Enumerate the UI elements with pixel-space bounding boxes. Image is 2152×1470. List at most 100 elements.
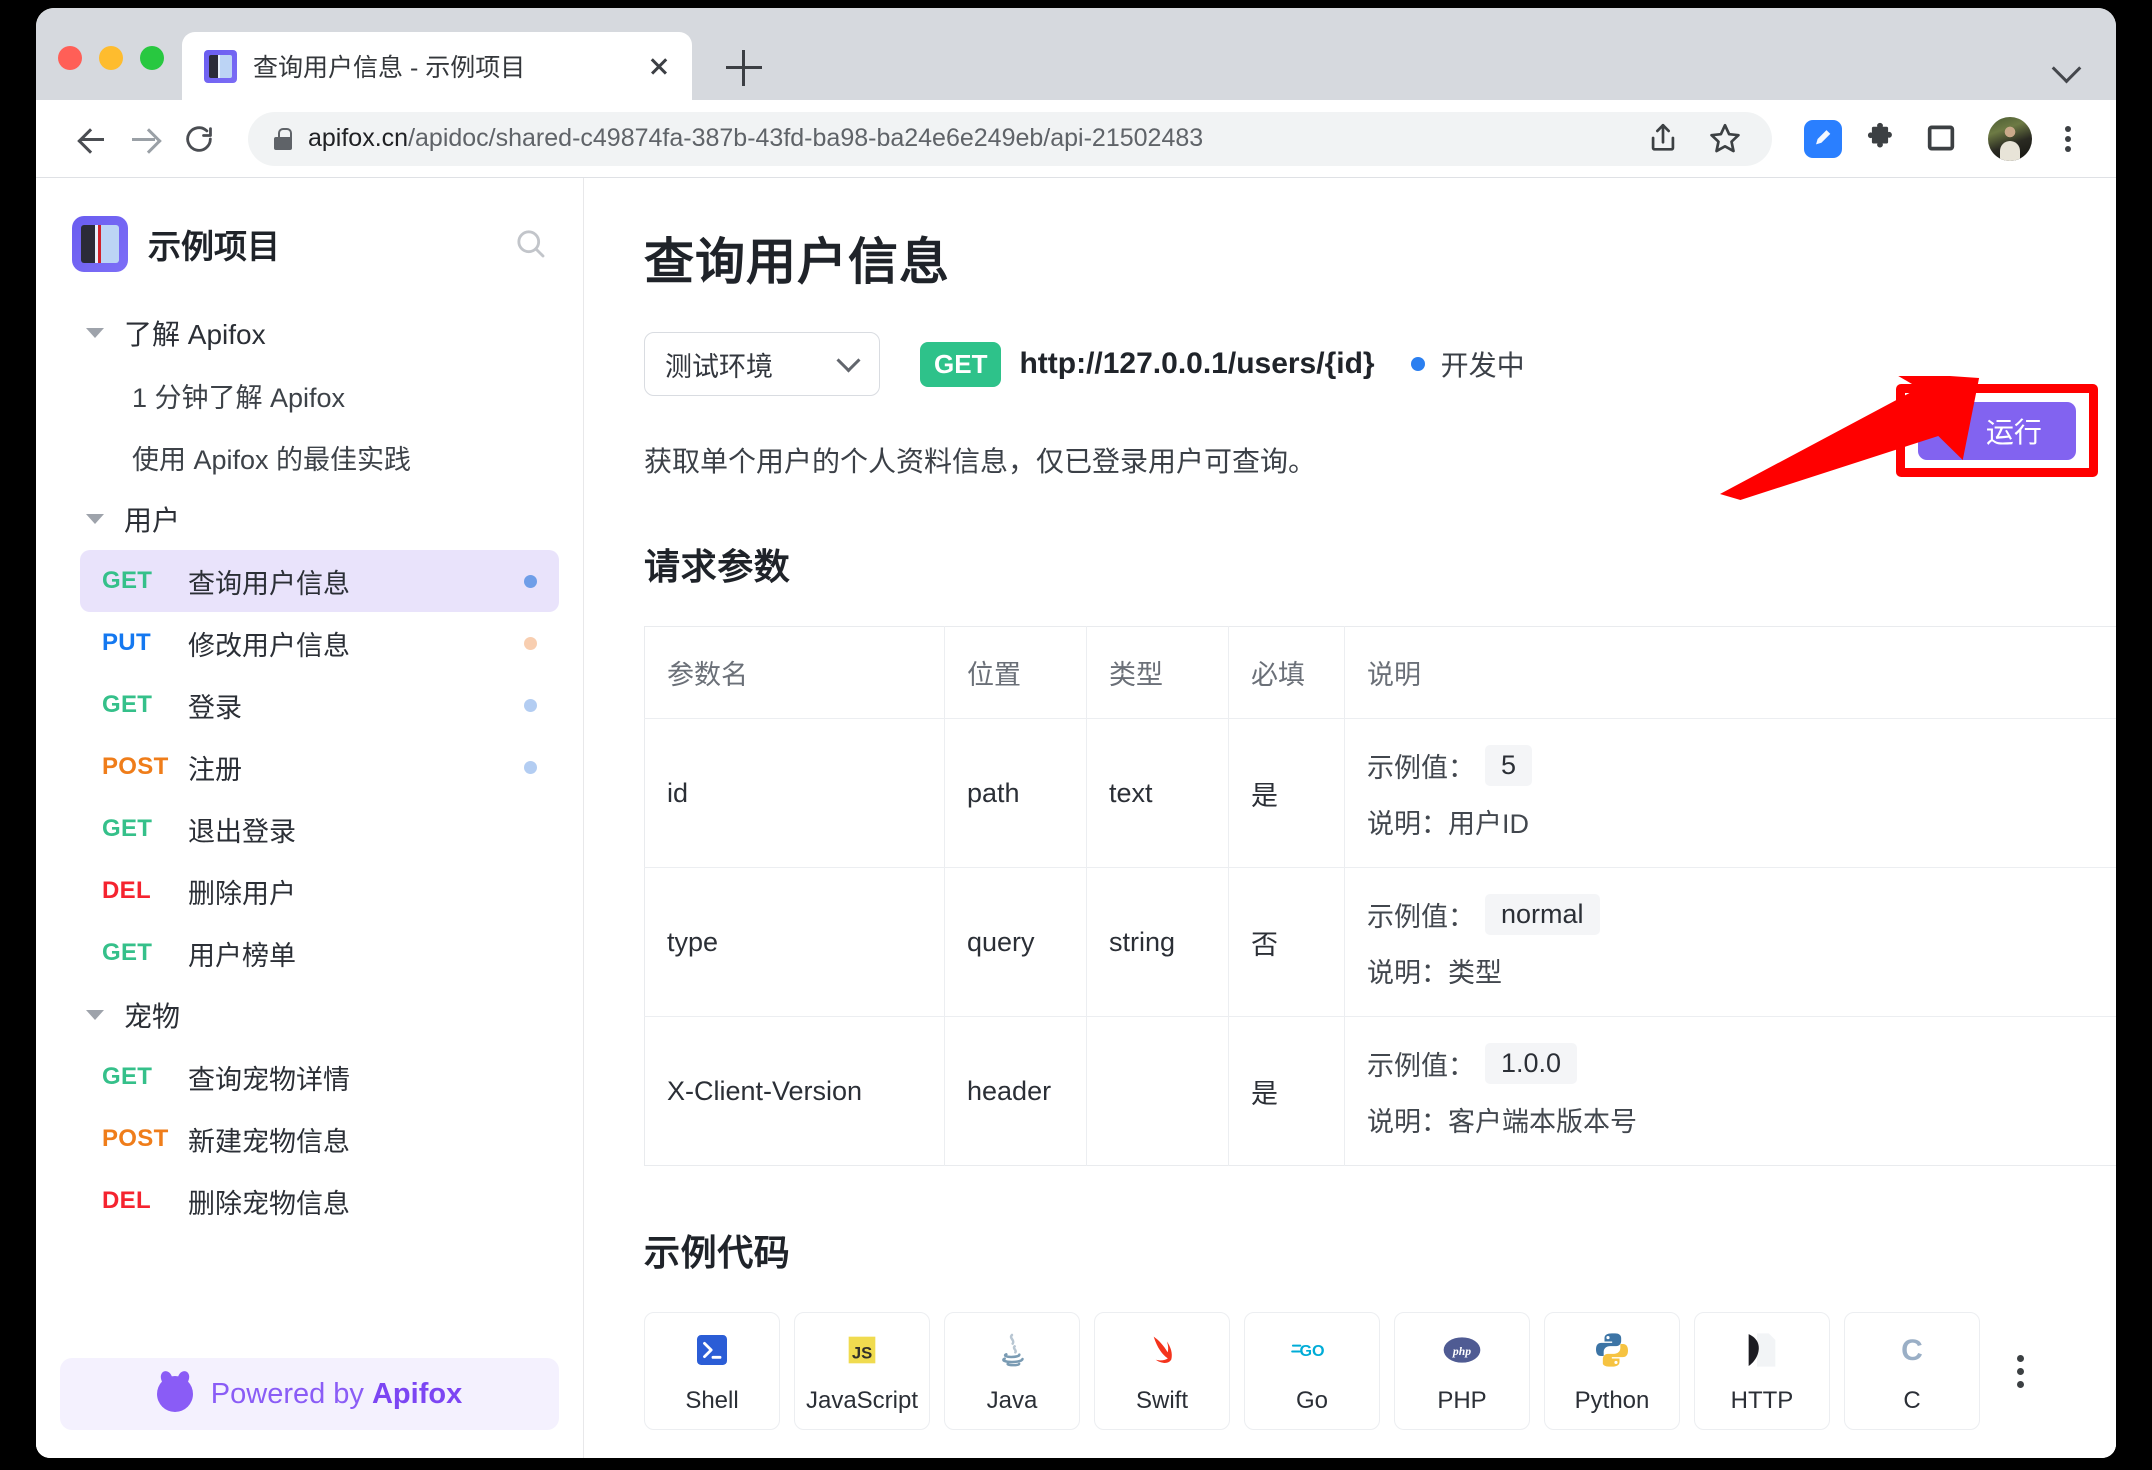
- tab-strip: 查询用户信息 - 示例项目: [36, 8, 2116, 100]
- param-type: string: [1086, 867, 1229, 1017]
- avatar[interactable]: [1988, 116, 2032, 161]
- maximize-window-button[interactable]: [140, 46, 164, 70]
- api-description: 获取单个用户的个人资料信息，仅已登录用户可查询。: [644, 446, 1317, 477]
- url-text: apifox.cn/apidoc/shared-c49874fa-387b-43…: [308, 124, 1203, 153]
- sidebar-api-label: 退出登录: [188, 816, 296, 847]
- environment-select[interactable]: 测试环境: [644, 332, 880, 396]
- http-icon: [1742, 1327, 1782, 1373]
- example-value: 1.0.0: [1485, 1043, 1578, 1084]
- tab-javascript[interactable]: JS JavaScript: [794, 1312, 930, 1430]
- window-controls: [58, 46, 164, 70]
- javascript-icon: JS: [842, 1327, 882, 1373]
- param-in: path: [944, 718, 1087, 868]
- sidebar-api-query-pet-detail[interactable]: GET 查询宠物详情: [80, 1046, 559, 1108]
- tab-label: C: [1903, 1387, 1921, 1414]
- sidebar-group-learn-apifox[interactable]: 了解 Apifox: [36, 302, 583, 364]
- minimize-window-button[interactable]: [99, 46, 123, 70]
- tab-label: Shell: [685, 1387, 739, 1414]
- sidebar-api-create-pet[interactable]: POST 新建宠物信息: [80, 1108, 559, 1170]
- close-tab-icon[interactable]: [642, 49, 676, 83]
- sidebar-api-delete-pet[interactable]: DEL 删除宠物信息: [80, 1170, 559, 1232]
- sidebar-group-users[interactable]: 用户: [36, 488, 583, 550]
- tab-http[interactable]: HTTP: [1694, 1312, 1830, 1430]
- param-required: 是: [1228, 718, 1345, 868]
- sidebar-api-logout[interactable]: GET 退出登录: [80, 798, 559, 860]
- kebab-menu-icon[interactable]: [2000, 1341, 2040, 1401]
- param-in: header: [944, 1016, 1087, 1166]
- note-value: 用户ID: [1448, 809, 1529, 839]
- example-label: 示例值：: [1367, 1051, 1475, 1081]
- tab-c[interactable]: C C: [1844, 1312, 1980, 1430]
- puzzle-extensions-icon[interactable]: [1856, 115, 1904, 163]
- powered-by-apifox[interactable]: Powered by Apifox: [60, 1358, 559, 1430]
- chevron-down-icon: [86, 328, 104, 338]
- browser-window: 查询用户信息 - 示例项目 apifox.cn/apidoc/shared-c4…: [36, 8, 2116, 1458]
- column-header-required: 必填: [1228, 626, 1345, 719]
- browser-tab[interactable]: 查询用户信息 - 示例项目: [182, 32, 692, 100]
- reload-icon[interactable]: [172, 112, 226, 166]
- nav-tree: 了解 Apifox 1 分钟了解 Apifox 使用 Apifox 的最佳实践 …: [36, 302, 583, 1232]
- example-value: 5: [1485, 745, 1533, 786]
- param-required: 是: [1228, 1016, 1345, 1166]
- address-bar[interactable]: apifox.cn/apidoc/shared-c49874fa-387b-43…: [248, 111, 1772, 166]
- project-logo-icon: [72, 216, 128, 272]
- tab-label: HTTP: [1730, 1387, 1794, 1414]
- kebab-menu-icon[interactable]: [2048, 115, 2088, 163]
- side-panel-icon[interactable]: [1918, 115, 1966, 163]
- sidebar-api-label: 查询用户信息: [188, 568, 350, 599]
- note-label: 说明：: [1367, 809, 1448, 839]
- example-line: 示例值： 1.0.0: [1367, 1043, 2111, 1084]
- java-icon: [992, 1327, 1032, 1373]
- run-button[interactable]: ⚡ 运行: [1918, 401, 2076, 460]
- example-label: 示例值：: [1367, 753, 1475, 783]
- tab-go[interactable]: GO Go: [1244, 1312, 1380, 1430]
- sidebar-doc-item[interactable]: 使用 Apifox 的最佳实践: [36, 426, 583, 488]
- tab-python[interactable]: Python: [1544, 1312, 1680, 1430]
- param-required: 否: [1228, 867, 1345, 1017]
- sidebar-api-register[interactable]: POST 注册: [80, 736, 559, 798]
- svg-text:GO: GO: [1299, 1342, 1324, 1360]
- sidebar-api-query-user-info[interactable]: GET 查询用户信息: [80, 550, 559, 612]
- column-header-description: 说明: [1344, 626, 2116, 719]
- note-value: 客户端本版本号: [1448, 1107, 1637, 1137]
- sidebar-api-delete-user[interactable]: DEL 删除用户: [80, 860, 559, 922]
- note-line: 说明：客户端本版本号: [1367, 1100, 2111, 1139]
- chevron-down-icon[interactable]: [2054, 56, 2080, 82]
- new-tab-button[interactable]: [726, 50, 762, 86]
- tab-swift[interactable]: Swift: [1094, 1312, 1230, 1430]
- sidebar-group-label: 了解 Apifox: [124, 319, 266, 350]
- svg-text:JS: JS: [852, 1343, 872, 1362]
- shell-icon: [692, 1327, 732, 1373]
- tab-java[interactable]: Java: [944, 1312, 1080, 1430]
- search-icon[interactable]: [509, 222, 553, 266]
- http-method: GET: [102, 691, 153, 718]
- http-method: POST: [102, 753, 169, 780]
- sidebar-doc-item[interactable]: 1 分钟了解 Apifox: [36, 364, 583, 426]
- http-method: GET: [102, 567, 153, 594]
- endpoint-url: http://127.0.0.1/users/{id}: [1019, 347, 1375, 380]
- sidebar-api-update-user-info[interactable]: PUT 修改用户信息: [80, 612, 559, 674]
- tab-shell[interactable]: Shell: [644, 1312, 780, 1430]
- close-window-button[interactable]: [58, 46, 82, 70]
- example-line: 示例值： normal: [1367, 894, 2111, 935]
- back-arrow-icon[interactable]: [64, 112, 118, 166]
- powered-by-label: Powered by Apifox: [211, 1378, 462, 1411]
- sidebar-group-pets[interactable]: 宠物: [36, 984, 583, 1046]
- page-title: 查询用户信息: [644, 234, 950, 290]
- sidebar-api-login[interactable]: GET 登录: [80, 674, 559, 736]
- powered-brand: Apifox: [371, 1377, 463, 1410]
- param-description: 示例值： 5 说明：用户ID: [1344, 718, 2116, 868]
- tab-php[interactable]: php PHP: [1394, 1312, 1530, 1430]
- sidebar-api-user-ranking[interactable]: GET 用户榜单: [80, 922, 559, 984]
- project-header: 示例项目: [36, 178, 583, 272]
- star-icon[interactable]: [1702, 115, 1750, 163]
- table-row: X-Client-Version header 是 示例值： 1.0.0 说明：…: [645, 1016, 2116, 1166]
- forward-arrow-icon[interactable]: [118, 112, 172, 166]
- run-button-label: 运行: [1985, 416, 2042, 448]
- pen-extension-icon[interactable]: [1804, 119, 1842, 158]
- tab-title: 查询用户信息 - 示例项目: [253, 54, 526, 82]
- http-method: DEL: [102, 1187, 151, 1214]
- param-description: 示例值： 1.0.0 说明：客户端本版本号: [1344, 1016, 2116, 1166]
- share-icon[interactable]: [1640, 115, 1688, 163]
- note-label: 说明：: [1367, 1107, 1448, 1137]
